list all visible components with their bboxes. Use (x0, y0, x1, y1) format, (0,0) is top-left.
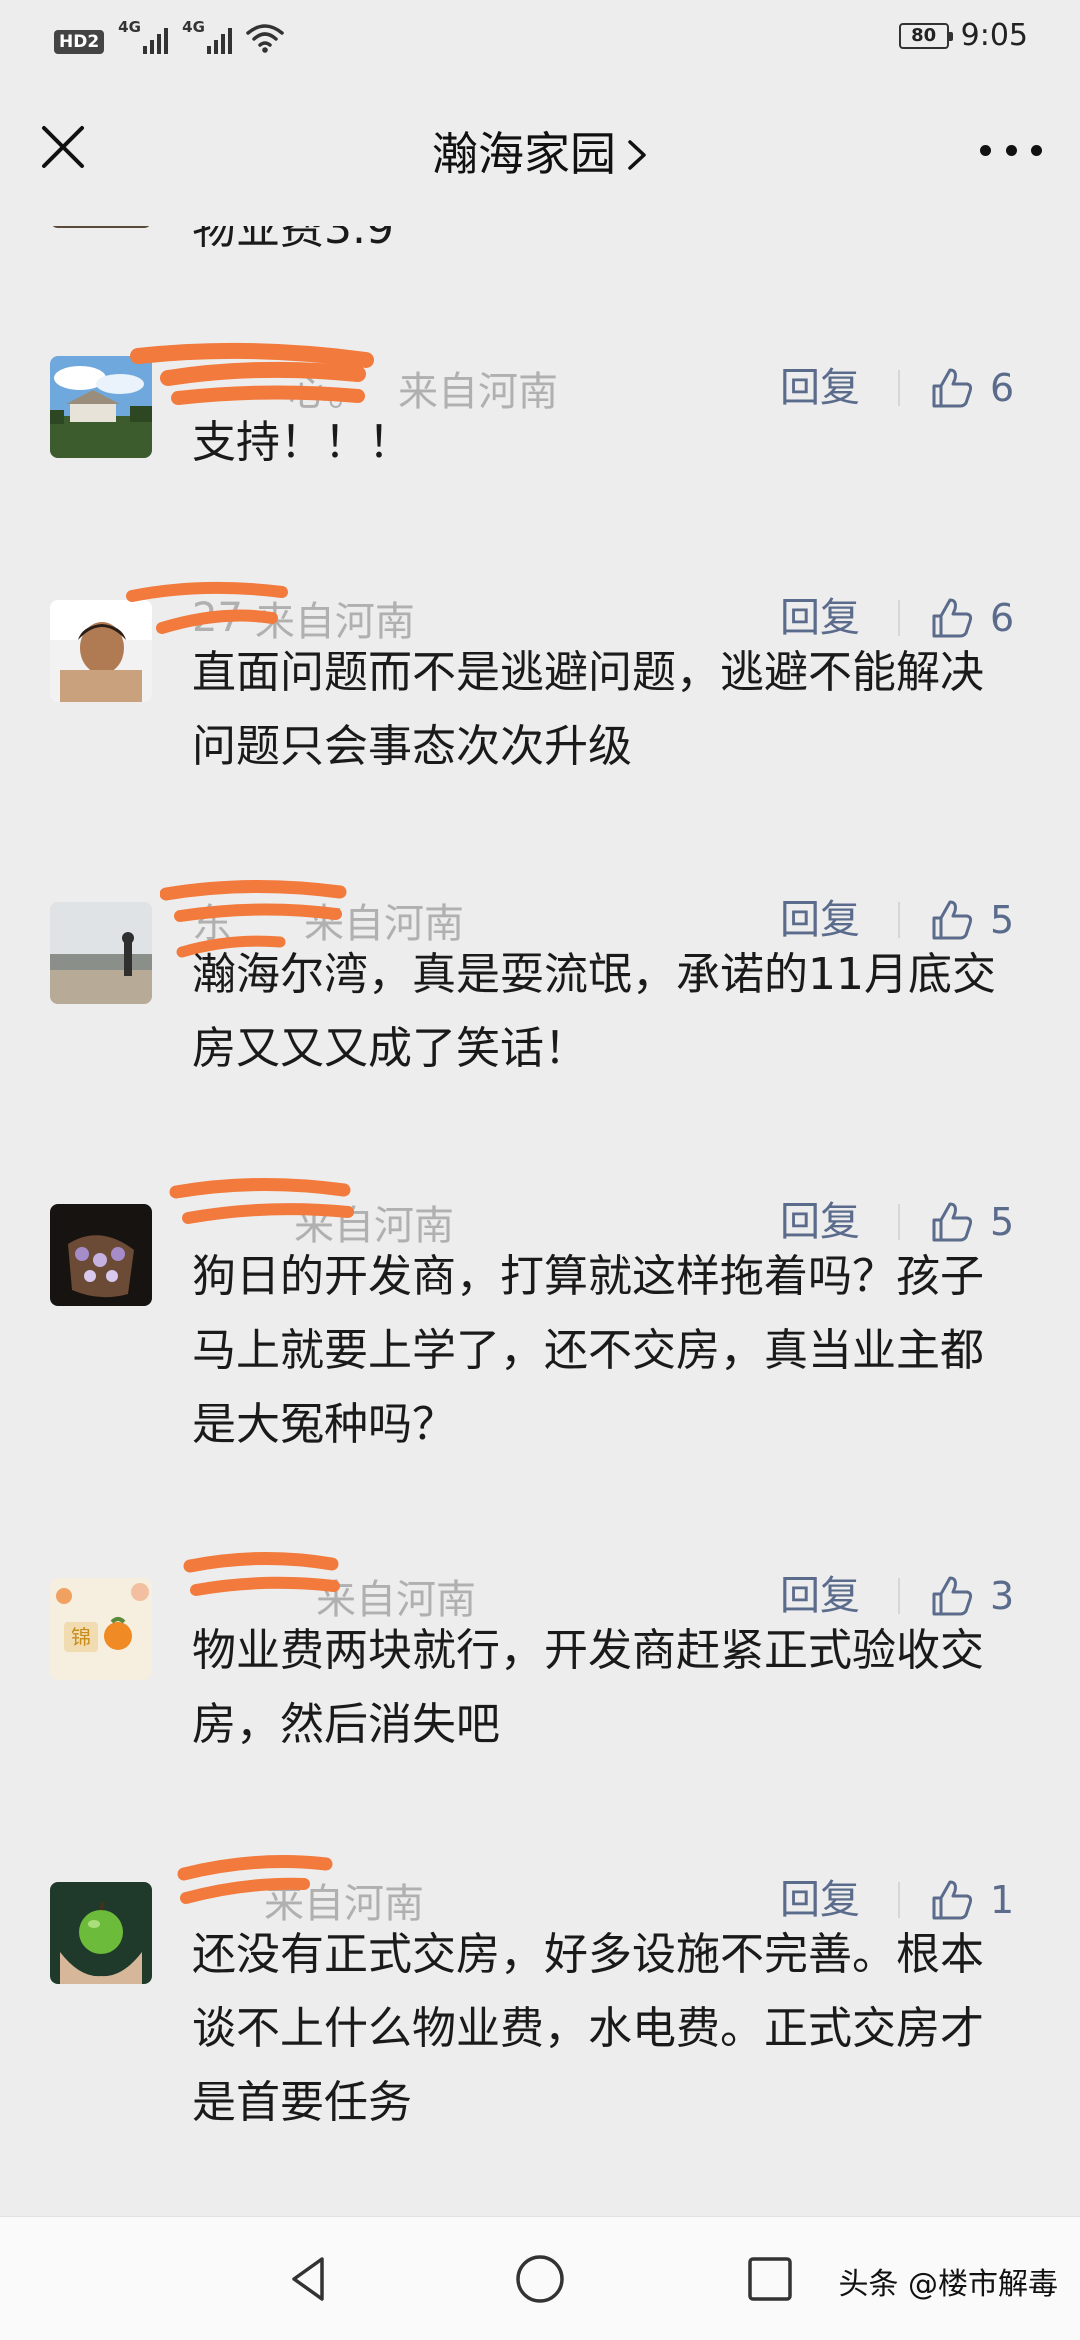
title-bar: 瀚海家园 (0, 80, 1080, 226)
comment-text: 支持！！！ (192, 417, 412, 468)
comment-list[interactable]: 物业费3.9 心。 来自河南 回复 6 支持！！！ 27 来自河南 回复 6 直… (0, 226, 1080, 2216)
thumbs-up-icon (932, 1880, 973, 1920)
previous-comment-partial: 物业费3.9 (0, 226, 1080, 266)
like-count: 6 (990, 596, 1015, 640)
network-type-label: 4G (182, 18, 205, 36)
signal-sim1-icon: 4G (118, 18, 169, 54)
nickname[interactable]: 27 (192, 595, 243, 641)
comment-text: 狗日的开发商，打算就这样拖着吗？孩子马上就要上学了，还不交房，真当业主都是大冤种… (192, 1251, 984, 1450)
clock: 9:05 (960, 18, 1028, 53)
recents-button[interactable] (738, 2247, 802, 2311)
page-title-button[interactable]: 瀚海家园 (0, 126, 1080, 182)
avatar[interactable]: 锦 (50, 1578, 152, 1680)
chevron-right-icon (628, 140, 646, 170)
divider (898, 1204, 900, 1240)
avatar (50, 226, 152, 228)
status-left: HD2 4G 4G (54, 18, 284, 54)
avatar[interactable] (50, 600, 152, 702)
comment-text: 直面问题而不是逃避问题，逃避不能解决问题只会事态次次升级 (192, 647, 984, 772)
triangle-back-icon (292, 2257, 324, 2301)
thumbs-up-icon (932, 368, 973, 408)
comment-text: 瀚海尔湾，真是耍流氓，承诺的11月底交房又又又成了笑话！ (192, 949, 996, 1074)
home-button[interactable] (508, 2247, 572, 2311)
avatar[interactable] (50, 902, 152, 1004)
like-count: 5 (990, 898, 1015, 942)
like-count: 6 (990, 366, 1015, 410)
network-type-label: 4G (118, 18, 141, 36)
divider (898, 370, 900, 406)
divider (898, 902, 900, 938)
status-bar: HD2 4G 4G 80 9:05 (0, 0, 1080, 80)
comment-text: 物业费3.9 (192, 226, 394, 254)
divider (898, 1882, 900, 1918)
more-dots-icon[interactable] (980, 130, 1042, 170)
avatar[interactable] (50, 356, 152, 458)
square-recents-icon (748, 2257, 792, 2301)
comment-text: 物业费两块就行，开发商赶紧正式验收交房，然后消失吧 (192, 1625, 984, 1750)
system-nav-bar: 头条 @楼市解毒 (0, 2216, 1080, 2340)
divider (898, 1578, 900, 1614)
wifi-icon (246, 24, 284, 53)
watermark: 头条 @楼市解毒 (838, 2267, 1058, 2302)
battery-level: 80 (911, 25, 937, 46)
thumbs-up-icon (932, 900, 973, 940)
like-count: 1 (990, 1878, 1015, 1922)
hd-voice-badge: HD2 (54, 30, 105, 54)
svg-text:锦: 锦 (71, 1625, 91, 1649)
thumbs-up-icon (932, 1202, 973, 1242)
page-title: 瀚海家园 (432, 127, 616, 181)
thumbs-up-icon (932, 1576, 973, 1616)
comment-text: 还没有正式交房，好多设施不完善。根本谈不上什么物业费，水电费。正式交房才是首要任… (192, 1929, 984, 2128)
thumbs-up-icon (932, 598, 973, 638)
signal-sim2-icon: 4G (182, 18, 233, 54)
status-right: 80 9:05 (898, 18, 1028, 53)
like-count: 3 (990, 1574, 1015, 1618)
circle-home-icon (516, 2255, 564, 2303)
avatar[interactable] (50, 1882, 152, 1984)
battery-icon: 80 (898, 22, 953, 49)
divider (898, 600, 900, 636)
avatar[interactable] (50, 1204, 152, 1306)
like-count: 5 (990, 1200, 1015, 1244)
back-button[interactable] (278, 2247, 342, 2311)
